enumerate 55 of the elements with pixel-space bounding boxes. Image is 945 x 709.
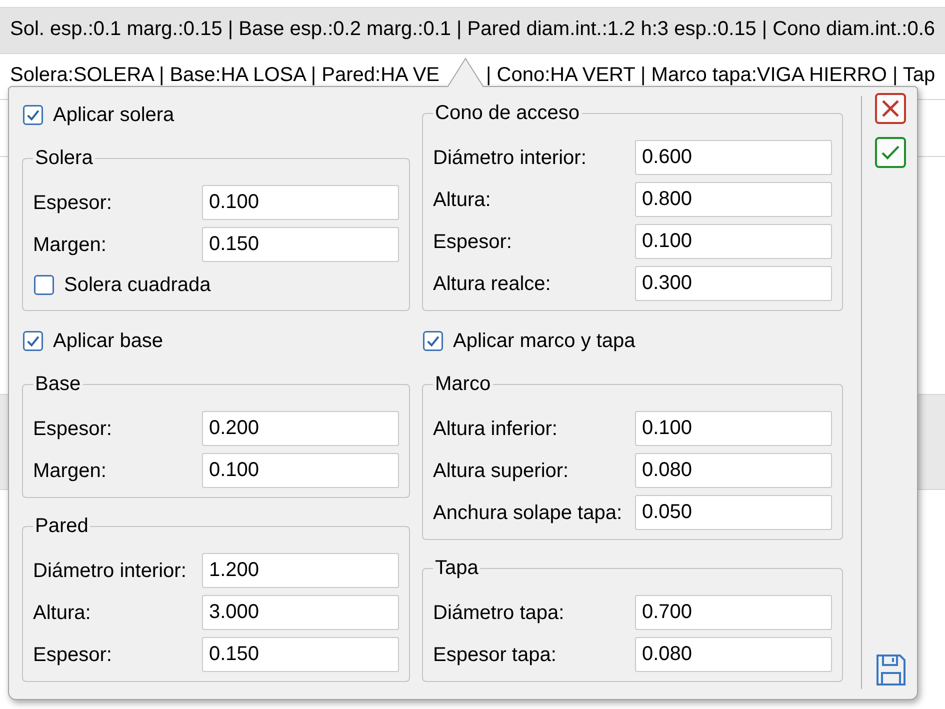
input-field[interactable]: 0.100 — [202, 453, 399, 488]
field-label: Espesor: — [33, 192, 113, 214]
row-text: Solera:SOLERA | Base:HA LOSA | Pared:HA VE — [10, 64, 441, 86]
input-field[interactable]: 0.100 — [635, 224, 832, 259]
accept-button[interactable] — [875, 137, 906, 168]
input-field[interactable]: 0.100 — [635, 411, 832, 446]
checkbox-label: Aplicar marco y tapa — [453, 330, 636, 352]
input-field[interactable]: 0.100 — [202, 185, 399, 220]
field-label: Altura realce: — [433, 272, 552, 294]
input-field[interactable]: 0.080 — [635, 637, 832, 672]
field-label: Anchura solape tapa: — [433, 502, 624, 524]
group-title: Cono de acceso — [434, 102, 581, 124]
input-field[interactable]: 0.050 — [635, 495, 832, 530]
checkbox[interactable] — [23, 331, 43, 351]
close-icon — [881, 99, 900, 118]
field-label: Espesor: — [33, 418, 113, 440]
cancel-button[interactable] — [875, 93, 906, 124]
field-label: Diámetro interior: — [33, 560, 188, 582]
group-title: Marco — [434, 373, 492, 395]
input-field[interactable]: 0.700 — [635, 595, 832, 630]
field-label: Margen: — [33, 234, 108, 256]
field-label: Diámetro tapa: — [433, 602, 566, 624]
checkbox-label: Solera cuadrada — [64, 274, 211, 296]
save-button[interactable] — [875, 654, 906, 686]
checkbox[interactable] — [423, 331, 443, 351]
row-text: Sol. esp.:0.1 marg.:0.15 | Base esp.:0.2 marg.:0.1 | Pared diam.int.:1.2 h:3 esp.:0.15 | Cono diam.int.:0.6 — [10, 18, 935, 40]
group-title: Pared — [34, 515, 90, 537]
input-field[interactable]: 3.000 — [202, 595, 399, 630]
checkbox-label: Aplicar base — [53, 330, 164, 352]
input-field[interactable]: 0.200 — [202, 411, 399, 446]
input-field[interactable]: 0.600 — [635, 140, 832, 175]
field-label: Diámetro interior: — [433, 146, 588, 168]
input-field[interactable]: 0.150 — [202, 637, 399, 672]
field-label: Espesor tapa: — [433, 644, 558, 666]
group-title: Solera — [34, 147, 94, 169]
checkbox-label: Aplicar solera — [53, 104, 174, 126]
field-label: Altura: — [433, 188, 492, 210]
field-label: Altura: — [33, 602, 92, 624]
field-label: Altura superior: — [433, 460, 570, 482]
field-label: Espesor: — [33, 644, 113, 666]
checkbox[interactable] — [34, 275, 54, 295]
input-field[interactable]: 0.300 — [635, 266, 832, 301]
field-label: Margen: — [33, 460, 108, 482]
group-title: Base — [34, 373, 82, 395]
field-label: Altura inferior: — [433, 418, 558, 440]
group-title: Tapa — [434, 557, 480, 579]
row-text: | Cono:HA VERT | Marco tapa:VIGA HIERRO | Tap — [486, 64, 936, 86]
checkmark-icon — [881, 145, 900, 160]
checkbox[interactable] — [23, 105, 43, 125]
input-field[interactable]: 1.200 — [202, 553, 399, 588]
field-label: Espesor: — [433, 230, 513, 252]
table-row[interactable]: Sol. esp.:0.1 marg.:0.15 | Base esp.:0.2 marg.:0.1 | Pared diam.int.:1.2 h:3 esp.:0.15 | Cono diam.int.:0.6 — [0, 8, 945, 54]
input-field[interactable]: 0.800 — [635, 182, 832, 217]
input-field[interactable]: 0.150 — [202, 227, 399, 262]
input-field[interactable]: 0.080 — [635, 453, 832, 488]
